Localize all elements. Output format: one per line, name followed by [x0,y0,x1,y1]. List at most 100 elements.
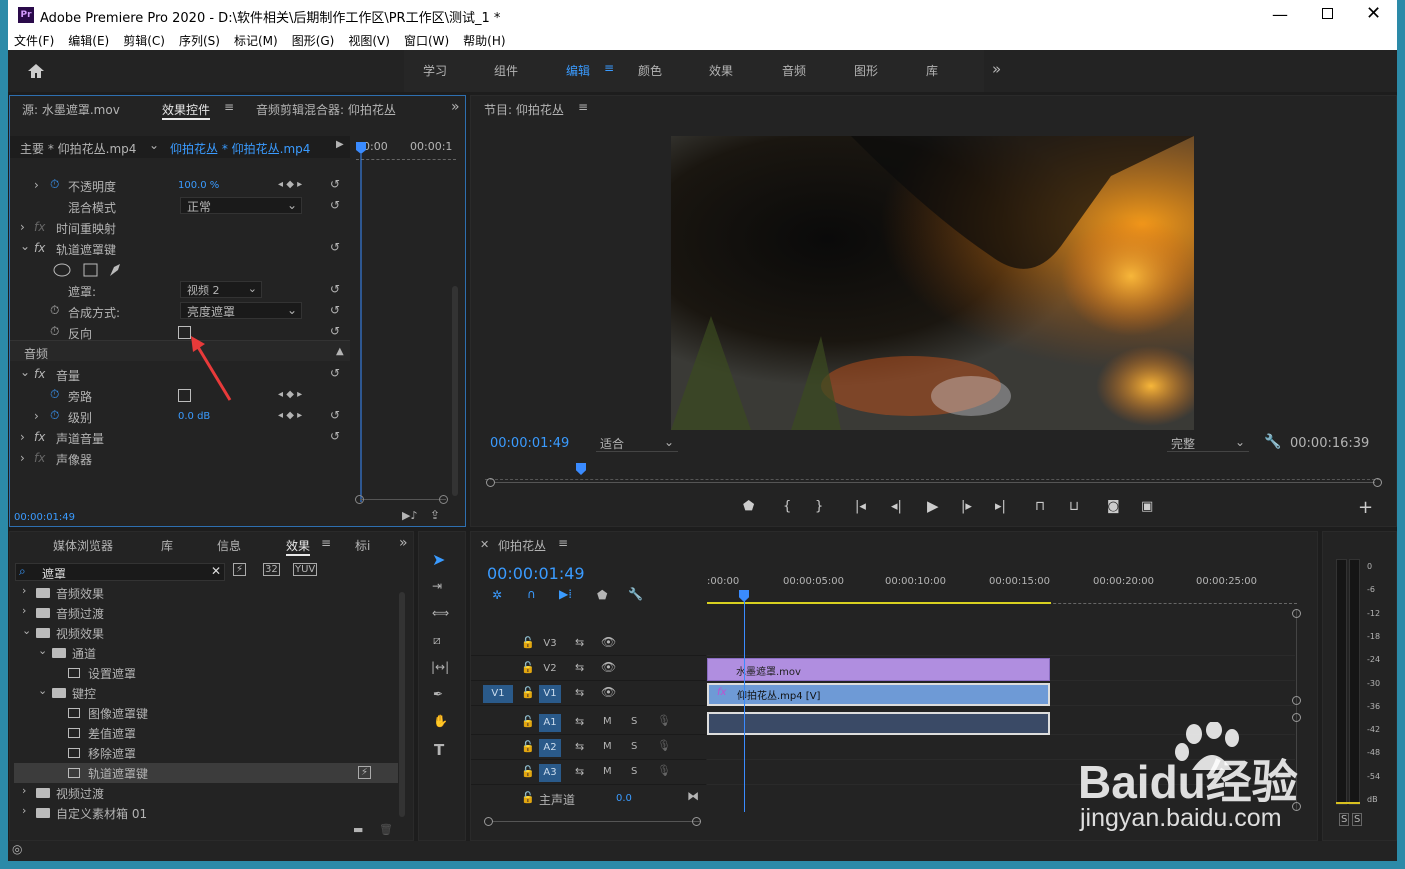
zoom-handle-right[interactable] [692,817,701,826]
sync-lock-icon[interactable]: ⇆ [575,765,584,778]
go-to-out-icon[interactable]: ▸| [995,499,1006,514]
timeline-zoom-bar[interactable] [493,821,701,822]
panel-overflow-icon[interactable]: » [451,99,460,115]
mute-button[interactable]: M [603,716,612,727]
program-zoom-bar[interactable] [495,482,1375,483]
track-lane-v3[interactable] [707,632,1295,656]
effects-tree-item[interactable]: › 视频过渡 [14,783,398,803]
effects-tree-item[interactable]: 差值遮罩 [14,723,398,743]
lock-icon[interactable]: 🔓 [521,686,535,699]
track-select-tool-icon[interactable]: ⇥ [432,579,442,593]
reset-icon[interactable]: ↺ [330,303,340,317]
timeline-playhead-line[interactable] [744,592,745,812]
mic-icon[interactable]: 🎙 [657,739,671,752]
lock-icon[interactable]: 🔓 [521,740,535,753]
search-input[interactable]: 遮罩 [42,565,66,582]
menu-help[interactable]: 帮助(H) [463,32,505,49]
vscroll-handle[interactable] [1292,696,1301,705]
extract-icon[interactable]: ⊔ [1069,499,1079,514]
chevron-right-icon[interactable]: › [22,604,26,617]
ws-tab-libraries[interactable]: 库 [926,62,938,79]
chevron-right-icon[interactable]: › [22,584,26,597]
lock-icon[interactable]: 🔓 [521,715,535,728]
nest-icon[interactable]: ✲ [492,588,502,602]
track-target-v3[interactable]: V3 [539,635,561,653]
fit-select[interactable]: 适合 ⌄ [596,435,678,452]
sync-lock-icon[interactable]: ⇆ [575,740,584,753]
tab-menu-icon[interactable]: ≡ [321,536,331,550]
stopwatch-icon[interactable]: ⏱ [50,177,59,192]
fx-icon[interactable]: fx [34,367,45,381]
maximize-button[interactable] [1322,8,1333,19]
collapse-icon[interactable]: ▲ [336,346,344,357]
go-to-in-icon[interactable]: |◂ [855,499,866,514]
tab-menu-icon[interactable]: ≡ [224,100,234,114]
sequence-tab[interactable]: 仰拍花丛 [498,537,546,554]
pen-tool-icon[interactable]: ✒ [433,687,443,701]
clear-search-icon[interactable]: ✕ [211,564,221,578]
master-clip-label[interactable]: 主要 * 仰拍花丛.mp4 [20,140,136,157]
clip-v1[interactable]: fx 仰拍花丛.mp4 [V] [707,683,1050,706]
track-matte-label[interactable]: 轨道遮罩键 [56,241,116,258]
menu-marker[interactable]: 标记(M) [234,32,278,49]
ec-timecode[interactable]: 00:00:01:49 [14,512,75,523]
delete-icon[interactable]: 🗑 [379,823,393,836]
sync-lock-icon[interactable]: ⇆ [575,661,584,674]
work-area-bar[interactable] [707,602,1051,604]
mute-button[interactable]: M [603,741,612,752]
stopwatch-icon[interactable]: ⏱ [50,303,59,318]
reset-icon[interactable]: ↺ [330,177,340,191]
close-sequence-icon[interactable]: ✕ [480,538,489,551]
source-patch-v1[interactable]: V1 [483,685,513,703]
timeline-ruler[interactable]: :00:00 00:00:05:00 00:00:10:00 00:00:15:00 0… [707,572,1297,606]
panel-overflow-icon[interactable]: » [399,535,408,551]
ws-overflow-icon[interactable]: » [992,60,1001,78]
new-bin-icon[interactable]: ▬ [353,823,363,836]
menu-edit[interactable]: 编辑(E) [68,32,109,49]
play-icon[interactable]: ▶ [927,497,939,515]
reset-icon[interactable]: ↺ [330,282,340,296]
keyframe-nav-icon[interactable]: ◂ ◆ ▸ [278,410,302,421]
tab-libraries[interactable]: 库 [161,537,173,554]
keyframe-nav-icon[interactable]: ◂ ◆ ▸ [278,179,302,190]
ws-tab-learn[interactable]: 学习 [423,62,447,79]
scroll-handle-right[interactable] [439,495,448,504]
panel-menu-icon[interactable]: ≡ [578,100,588,114]
tab-effects[interactable]: 效果 [286,537,311,556]
reset-icon[interactable]: ↺ [330,366,340,380]
matte-select[interactable]: 视频 2 ⌄ [180,281,262,298]
32bit-effects-icon[interactable]: 32 [263,563,280,576]
linked-select-icon[interactable]: ▶⁞ [559,587,572,601]
accelerated-effects-icon[interactable]: ⚡ [233,563,247,576]
timeline-settings-icon[interactable]: 🔧 [628,587,643,601]
zoom-handle-left[interactable] [484,817,493,826]
solo-button[interactable]: S [631,716,637,727]
keyframe-nav-icon[interactable]: ◂ ◆ ▸ [278,389,302,400]
blend-select[interactable]: 正常 ⌄ [180,197,302,214]
effects-tree-item[interactable]: 移除遮罩 [14,743,398,763]
opacity-value[interactable]: 100.0 % [178,180,219,191]
solo-button[interactable]: S [631,766,637,777]
sync-lock-icon[interactable]: ⇆ [575,715,584,728]
stopwatch-icon[interactable]: ⏱ [50,408,59,423]
menu-file[interactable]: 文件(F) [14,32,54,49]
play-only-icon[interactable]: ▶ [336,139,344,150]
step-forward-icon[interactable]: |▸ [961,499,972,514]
vscroll-handle[interactable] [1292,713,1301,722]
timeline-timecode[interactable]: 00:00:01:49 [487,564,585,583]
effects-search-box[interactable]: ⌕ 遮罩 ✕ [15,563,225,581]
level-value[interactable]: 0.0 dB [178,411,210,422]
ws-tab-effects[interactable]: 效果 [709,62,733,79]
channel-volume-label[interactable]: 声道音量 [56,430,104,447]
master-toggle-icon[interactable]: ⧓ [687,789,699,803]
track-target-v2[interactable]: V2 [539,660,561,678]
eye-icon[interactable]: 👁 [601,635,616,649]
program-title[interactable]: 节目: 仰拍花丛 [484,101,564,118]
effects-tree-item[interactable]: › 音频效果 [14,583,398,603]
track-target-a2[interactable]: A2 [539,739,561,757]
clip-v2[interactable]: 水墨遮罩.mov [707,658,1050,681]
effects-tree-item[interactable]: 设置遮罩 [14,663,398,683]
tab-markers[interactable]: 标i [355,537,370,554]
lock-icon[interactable]: 🔓 [521,765,535,778]
ws-tab-assembly[interactable]: 组件 [494,62,518,79]
